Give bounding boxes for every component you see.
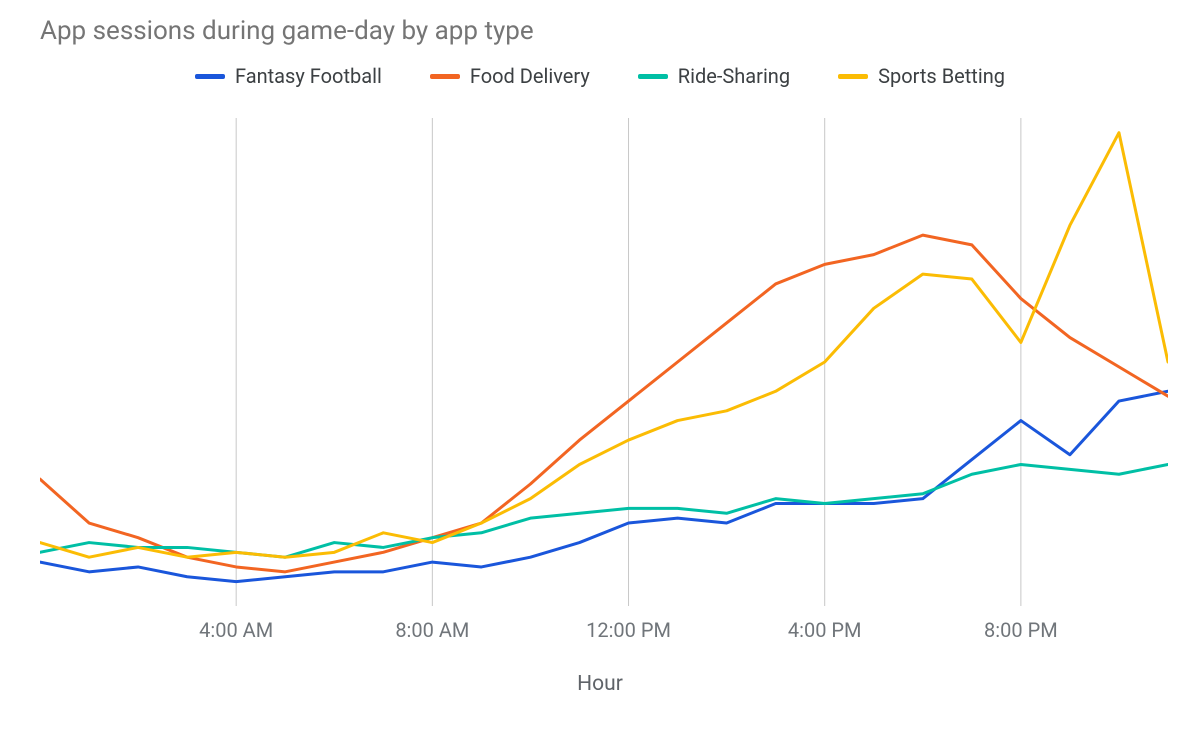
x-tick-label: 8:00 PM [984,618,1058,642]
legend-swatch [638,74,668,79]
x-tick-label: 12:00 PM [586,618,671,642]
x-tick-label: 4:00 PM [788,618,862,642]
legend-item[interactable]: Ride-Sharing [638,64,790,88]
legend-label: Food Delivery [470,64,590,88]
series-line [40,235,1168,572]
legend-label: Sports Betting [878,64,1005,88]
legend-item[interactable]: Food Delivery [430,64,590,88]
line-chart: App sessions during game-day by app type… [0,0,1200,742]
legend-swatch [430,74,460,79]
series-line [40,133,1168,558]
x-tick-label: 4:00 AM [199,618,273,642]
plot-svg [40,118,1168,606]
chart-title: App sessions during game-day by app type [40,16,534,46]
legend-item[interactable]: Fantasy Football [195,64,382,88]
chart-legend: Fantasy Football Food Delivery Ride-Sharin… [0,64,1200,88]
x-axis-title: Hour [0,672,1200,696]
legend-item[interactable]: Sports Betting [838,64,1005,88]
series-line [40,464,1168,557]
plot-area [40,118,1168,606]
x-tick-label: 8:00 AM [395,618,469,642]
legend-label: Ride-Sharing [678,64,790,88]
legend-swatch [838,74,868,79]
x-axis-tick-labels: 4:00 AM 8:00 AM 12:00 PM 4:00 PM 8:00 PM [40,618,1168,642]
legend-swatch [195,74,225,79]
legend-label: Fantasy Football [235,64,382,88]
